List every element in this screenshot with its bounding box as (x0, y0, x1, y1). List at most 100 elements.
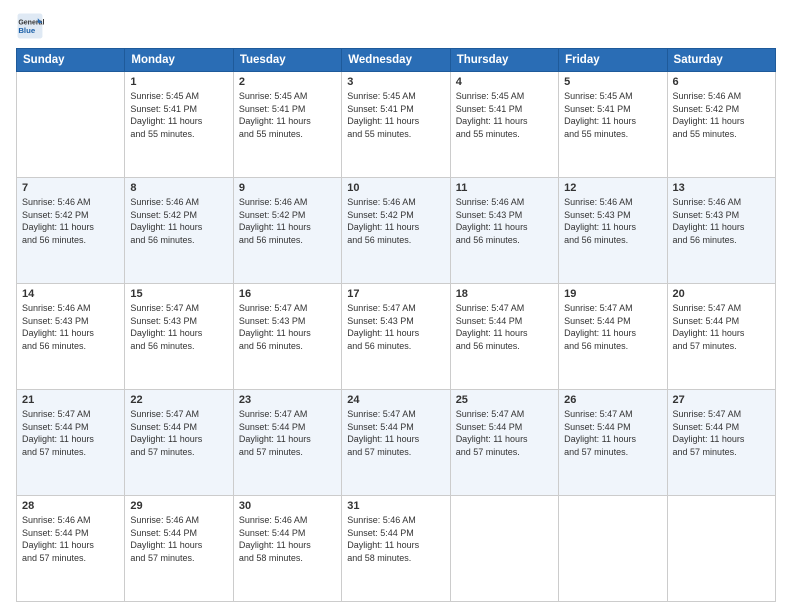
calendar-cell: 5 Sunrise: 5:45 AM Sunset: 5:41 PM Daylig… (559, 72, 667, 178)
logo-area: General Blue (16, 12, 48, 40)
day-number: 2 (239, 76, 336, 88)
week-row-2: 7 Sunrise: 5:46 AM Sunset: 5:42 PM Daylig… (17, 178, 776, 284)
cell-info: Sunrise: 5:47 AM Sunset: 5:44 PM Dayligh… (239, 408, 336, 458)
day-number: 11 (456, 182, 553, 194)
calendar-cell: 6 Sunrise: 5:46 AM Sunset: 5:42 PM Daylig… (667, 72, 775, 178)
day-number: 23 (239, 394, 336, 406)
cell-info: Sunrise: 5:47 AM Sunset: 5:44 PM Dayligh… (564, 408, 661, 458)
day-number: 15 (130, 288, 227, 300)
calendar-table: SundayMondayTuesdayWednesdayThursdayFrid… (16, 48, 776, 602)
calendar-cell: 28Sunrise: 5:46 AM Sunset: 5:44 PM Dayli… (17, 496, 125, 602)
calendar-cell: 25 Sunrise: 5:47 AM Sunset: 5:44 PM Dayli… (450, 390, 558, 496)
cell-info: Sunrise: 5:45 AM Sunset: 5:41 PM Dayligh… (130, 90, 227, 140)
cell-info: Sunrise: 5:47 AM Sunset: 5:44 PM Dayligh… (456, 408, 553, 458)
cell-info: Sunrise: 5:46 AM Sunset: 5:44 PM Dayligh… (22, 514, 119, 564)
day-number: 3 (347, 76, 444, 88)
day-number: 13 (673, 182, 770, 194)
calendar-cell: 29 Sunrise: 5:46 AM Sunset: 5:44 PM Dayli… (125, 496, 233, 602)
day-number: 6 (673, 76, 770, 88)
day-number: 16 (239, 288, 336, 300)
day-number: 27 (673, 394, 770, 406)
weekday-header-thursday: Thursday (450, 49, 558, 72)
cell-info: Sunrise: 5:46 AM Sunset: 5:42 PM Dayligh… (22, 196, 119, 246)
cell-info: Sunrise: 5:47 AM Sunset: 5:44 PM Dayligh… (347, 408, 444, 458)
cell-info: Sunrise: 5:46 AM Sunset: 5:42 PM Dayligh… (130, 196, 227, 246)
cell-info: Sunrise: 5:46 AM Sunset: 5:44 PM Dayligh… (239, 514, 336, 564)
cell-info: Sunrise: 5:46 AM Sunset: 5:42 PM Dayligh… (347, 196, 444, 246)
day-number: 5 (564, 76, 661, 88)
cell-info: Sunrise: 5:46 AM Sunset: 5:43 PM Dayligh… (564, 196, 661, 246)
cell-info: Sunrise: 5:46 AM Sunset: 5:43 PM Dayligh… (456, 196, 553, 246)
day-number: 26 (564, 394, 661, 406)
day-number: 12 (564, 182, 661, 194)
day-number: 8 (130, 182, 227, 194)
cell-info: Sunrise: 5:45 AM Sunset: 5:41 PM Dayligh… (564, 90, 661, 140)
calendar-cell: 17 Sunrise: 5:47 AM Sunset: 5:43 PM Dayli… (342, 284, 450, 390)
cell-info: Sunrise: 5:45 AM Sunset: 5:41 PM Dayligh… (347, 90, 444, 140)
calendar-cell (667, 496, 775, 602)
svg-text:Blue: Blue (18, 26, 36, 35)
day-number: 31 (347, 500, 444, 512)
weekday-header-tuesday: Tuesday (233, 49, 341, 72)
calendar-cell: 18 Sunrise: 5:47 AM Sunset: 5:44 PM Dayli… (450, 284, 558, 390)
calendar-cell: 2Sunrise: 5:45 AM Sunset: 5:41 PM Daylig… (233, 72, 341, 178)
weekday-header-monday: Monday (125, 49, 233, 72)
calendar-cell: 7 Sunrise: 5:46 AM Sunset: 5:42 PM Daylig… (17, 178, 125, 284)
day-number: 17 (347, 288, 444, 300)
calendar-cell: 16 Sunrise: 5:47 AM Sunset: 5:43 PM Dayli… (233, 284, 341, 390)
day-number: 25 (456, 394, 553, 406)
cell-info: Sunrise: 5:47 AM Sunset: 5:44 PM Dayligh… (130, 408, 227, 458)
calendar-cell: 14 Sunrise: 5:46 AM Sunset: 5:43 PM Dayli… (17, 284, 125, 390)
cell-info: Sunrise: 5:47 AM Sunset: 5:43 PM Dayligh… (130, 302, 227, 352)
calendar-cell: 20Sunrise: 5:47 AM Sunset: 5:44 PM Dayli… (667, 284, 775, 390)
day-number: 18 (456, 288, 553, 300)
day-number: 14 (22, 288, 119, 300)
weekday-header-sunday: Sunday (17, 49, 125, 72)
cell-info: Sunrise: 5:46 AM Sunset: 5:43 PM Dayligh… (673, 196, 770, 246)
day-number: 9 (239, 182, 336, 194)
week-row-1: 1 Sunrise: 5:45 AM Sunset: 5:41 PM Daylig… (17, 72, 776, 178)
calendar-cell (450, 496, 558, 602)
cell-info: Sunrise: 5:47 AM Sunset: 5:43 PM Dayligh… (239, 302, 336, 352)
calendar-cell: 27 Sunrise: 5:47 AM Sunset: 5:44 PM Dayli… (667, 390, 775, 496)
weekday-header-saturday: Saturday (667, 49, 775, 72)
cell-info: Sunrise: 5:47 AM Sunset: 5:43 PM Dayligh… (347, 302, 444, 352)
week-row-5: 28Sunrise: 5:46 AM Sunset: 5:44 PM Dayli… (17, 496, 776, 602)
day-number: 7 (22, 182, 119, 194)
calendar-cell: 19 Sunrise: 5:47 AM Sunset: 5:44 PM Dayli… (559, 284, 667, 390)
day-number: 19 (564, 288, 661, 300)
cell-info: Sunrise: 5:45 AM Sunset: 5:41 PM Dayligh… (456, 90, 553, 140)
cell-info: Sunrise: 5:47 AM Sunset: 5:44 PM Dayligh… (456, 302, 553, 352)
day-number: 22 (130, 394, 227, 406)
day-number: 30 (239, 500, 336, 512)
cell-info: Sunrise: 5:47 AM Sunset: 5:44 PM Dayligh… (673, 408, 770, 458)
day-number: 20 (673, 288, 770, 300)
page: General Blue SundayMondayTuesdayWednesda… (0, 0, 792, 612)
cell-info: Sunrise: 5:46 AM Sunset: 5:42 PM Dayligh… (239, 196, 336, 246)
cell-info: Sunrise: 5:46 AM Sunset: 5:43 PM Dayligh… (22, 302, 119, 352)
cell-info: Sunrise: 5:46 AM Sunset: 5:44 PM Dayligh… (130, 514, 227, 564)
day-number: 24 (347, 394, 444, 406)
day-number: 1 (130, 76, 227, 88)
calendar-cell: 12 Sunrise: 5:46 AM Sunset: 5:43 PM Dayli… (559, 178, 667, 284)
calendar-cell: 13 Sunrise: 5:46 AM Sunset: 5:43 PM Dayli… (667, 178, 775, 284)
calendar-cell: 11 Sunrise: 5:46 AM Sunset: 5:43 PM Dayli… (450, 178, 558, 284)
cell-info: Sunrise: 5:46 AM Sunset: 5:42 PM Dayligh… (673, 90, 770, 140)
cell-info: Sunrise: 5:47 AM Sunset: 5:44 PM Dayligh… (564, 302, 661, 352)
calendar-cell: 15 Sunrise: 5:47 AM Sunset: 5:43 PM Dayli… (125, 284, 233, 390)
calendar-cell (17, 72, 125, 178)
calendar-cell: 23 Sunrise: 5:47 AM Sunset: 5:44 PM Dayli… (233, 390, 341, 496)
day-number: 29 (130, 500, 227, 512)
calendar-cell: 4 Sunrise: 5:45 AM Sunset: 5:41 PM Daylig… (450, 72, 558, 178)
calendar-cell: 9 Sunrise: 5:46 AM Sunset: 5:42 PM Daylig… (233, 178, 341, 284)
day-number: 4 (456, 76, 553, 88)
weekday-header-row: SundayMondayTuesdayWednesdayThursdayFrid… (17, 49, 776, 72)
calendar-cell: 26 Sunrise: 5:47 AM Sunset: 5:44 PM Dayli… (559, 390, 667, 496)
calendar-cell: 3 Sunrise: 5:45 AM Sunset: 5:41 PM Daylig… (342, 72, 450, 178)
cell-info: Sunrise: 5:47 AM Sunset: 5:44 PM Dayligh… (22, 408, 119, 458)
calendar-cell (559, 496, 667, 602)
calendar-cell: 21Sunrise: 5:47 AM Sunset: 5:44 PM Dayli… (17, 390, 125, 496)
week-row-4: 21Sunrise: 5:47 AM Sunset: 5:44 PM Dayli… (17, 390, 776, 496)
calendar-cell: 30 Sunrise: 5:46 AM Sunset: 5:44 PM Dayli… (233, 496, 341, 602)
header: General Blue (16, 12, 776, 40)
